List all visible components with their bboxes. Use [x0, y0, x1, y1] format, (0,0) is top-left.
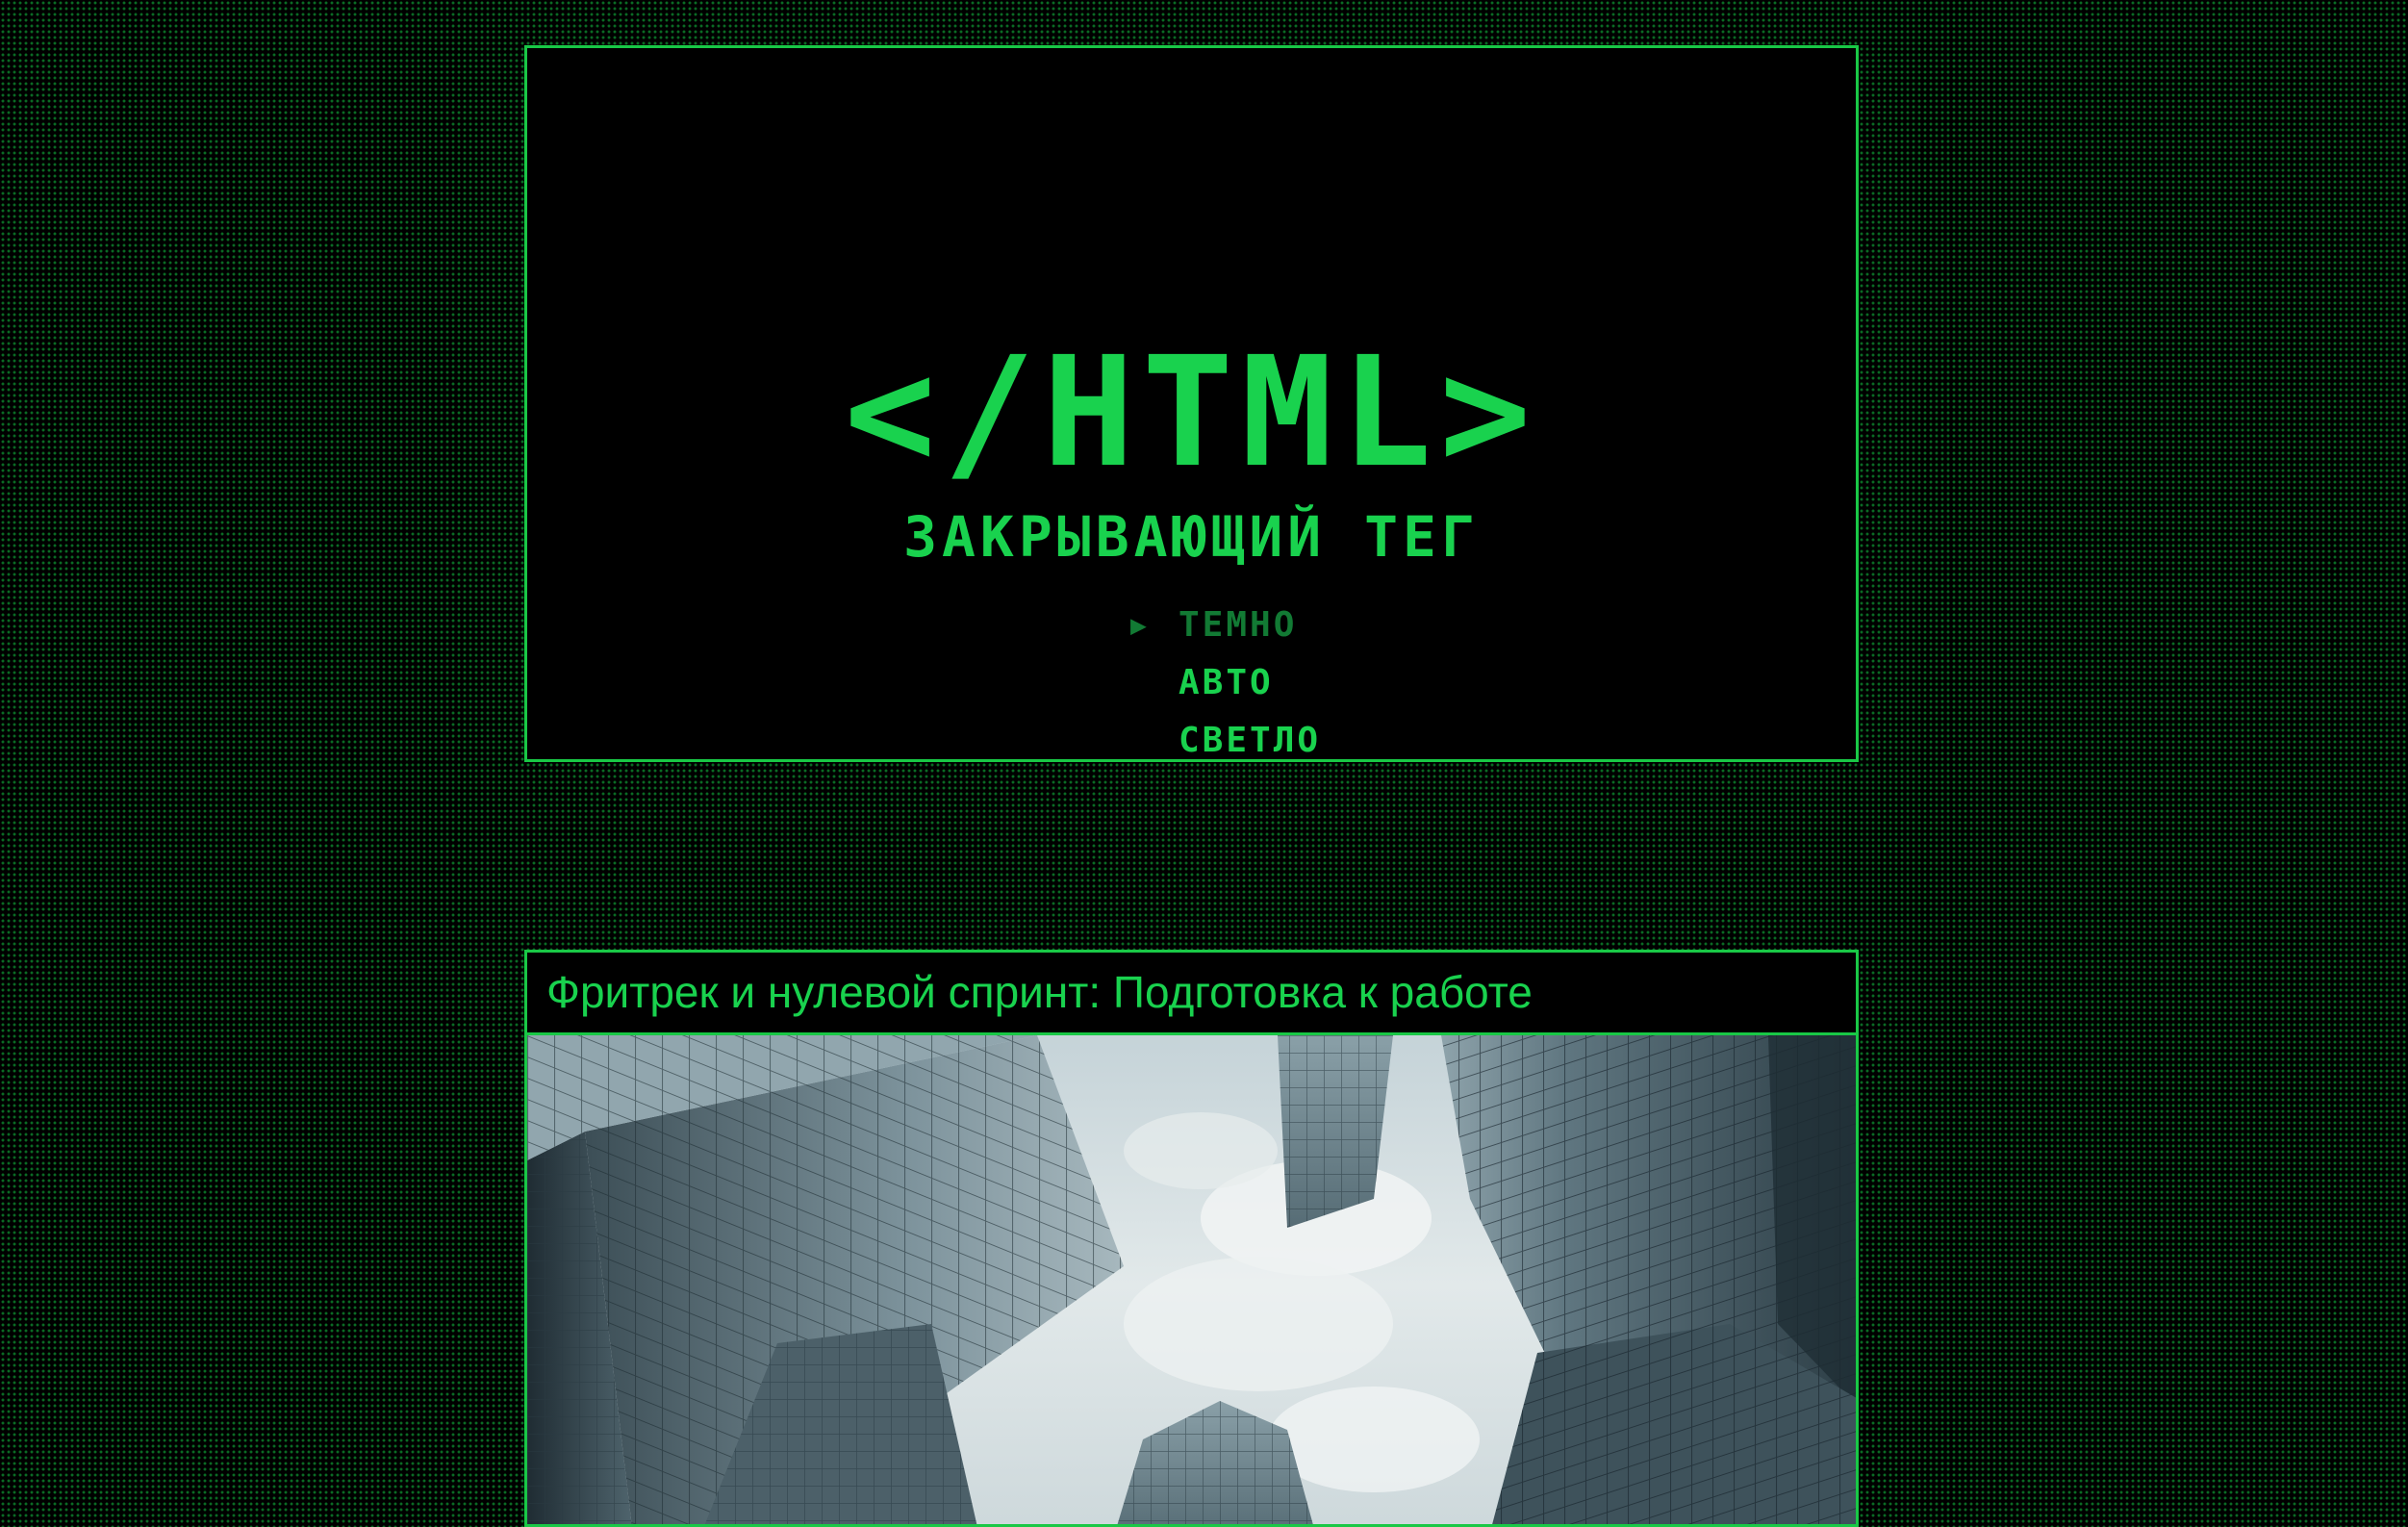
theme-option-label: АВТО — [1179, 663, 1274, 702]
theme-option-label: ТЕМНО — [1179, 605, 1298, 645]
article-card: Фритрек и нулевой спринт: Подготовка к р… — [524, 950, 1859, 1527]
site-subtitle: ЗАКРЫВАЮЩИЙ ТЕГ — [903, 504, 1480, 570]
theme-option-auto[interactable]: АВТО — [1130, 654, 1321, 712]
article-title-link[interactable]: Фритрек и нулевой спринт: Подготовка к р… — [527, 953, 1856, 1035]
theme-option-light[interactable]: СВЕТЛО — [1130, 712, 1321, 770]
article-image[interactable] — [527, 1035, 1856, 1524]
site-header: </HTML> ЗАКРЫВАЮЩИЙ ТЕГ ▶ ТЕМНО АВТО СВЕ… — [524, 45, 1859, 762]
skyscrapers-image — [527, 1035, 1856, 1524]
theme-option-dark[interactable]: ▶ ТЕМНО — [1130, 597, 1321, 654]
theme-option-label: СВЕТЛО — [1179, 721, 1322, 760]
theme-switcher: ▶ ТЕМНО АВТО СВЕТЛО — [1130, 597, 1321, 770]
site-logo[interactable]: </HTML> — [527, 337, 1856, 489]
selection-arrow-icon: ▶ — [1130, 609, 1150, 641]
